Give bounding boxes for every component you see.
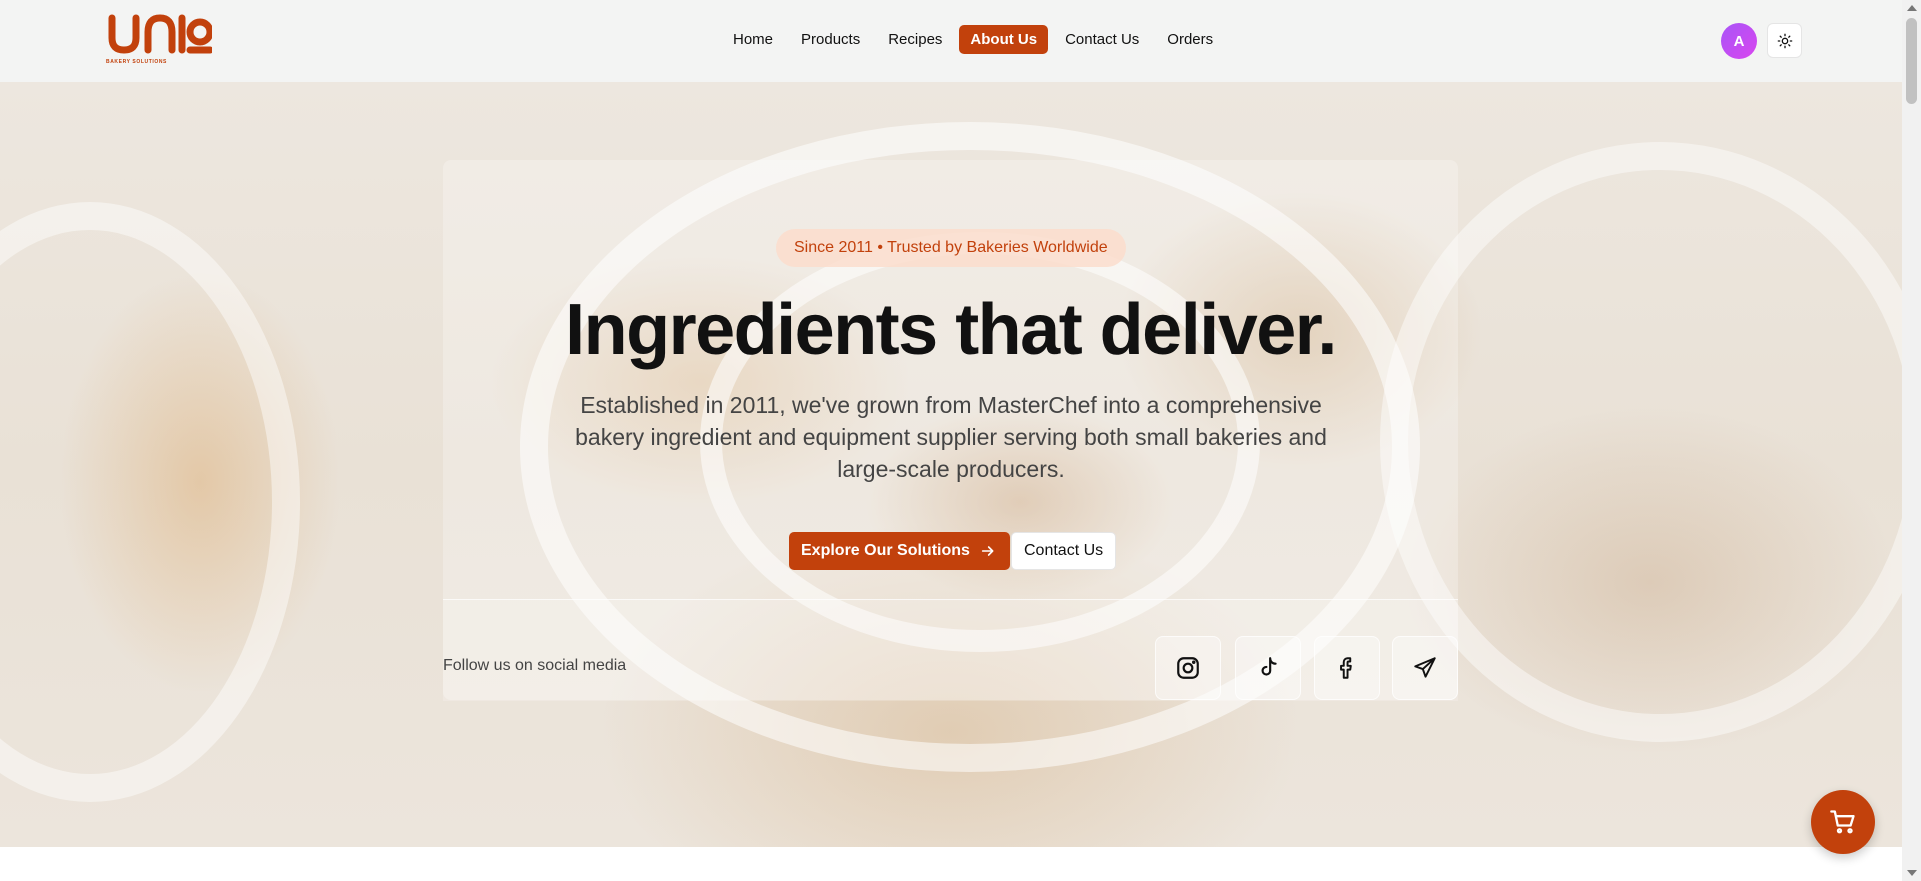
scroll-up-icon[interactable] (1907, 5, 1917, 11)
main-nav: Home Products Recipes About Us Contact U… (722, 25, 1224, 54)
cart-icon (1830, 810, 1855, 834)
nav-item-orders[interactable]: Orders (1156, 25, 1224, 54)
page-scrollbar[interactable] (1902, 0, 1921, 881)
hero-background-swirl (0, 202, 300, 802)
brand-logo[interactable]: BAKERY SOLUTIONS (106, 12, 214, 68)
facebook-icon (1340, 657, 1352, 679)
instagram-link[interactable] (1155, 636, 1221, 700)
cart-button[interactable] (1811, 790, 1875, 854)
tiktok-icon (1261, 657, 1277, 676)
nav-item-about-us[interactable]: About Us (959, 25, 1049, 54)
scrollbar-thumb[interactable] (1906, 18, 1917, 104)
tiktok-link[interactable] (1235, 636, 1301, 700)
sun-icon (1777, 33, 1792, 48)
nav-item-recipes[interactable]: Recipes (877, 25, 953, 54)
hero-headline: Ingredients that deliver. (565, 290, 1337, 370)
facebook-link[interactable] (1314, 636, 1380, 700)
scroll-down-icon[interactable] (1907, 870, 1917, 876)
explore-solutions-button[interactable]: Explore Our Solutions (789, 532, 1010, 570)
user-avatar[interactable]: A (1721, 23, 1757, 59)
instagram-icon (1177, 657, 1199, 679)
contact-us-button[interactable]: Contact Us (1011, 532, 1117, 570)
explore-solutions-label: Explore Our Solutions (801, 542, 970, 559)
since-badge: Since 2011 • Trusted by Bakeries Worldwi… (776, 229, 1126, 267)
hero-background-swirl (1380, 142, 1902, 742)
arrow-right-icon (981, 546, 994, 556)
telegram-icon (1414, 657, 1436, 678)
social-bar (443, 599, 1458, 701)
nav-item-home[interactable]: Home (722, 25, 784, 54)
logo-subtitle: BAKERY SOLUTIONS (106, 59, 167, 65)
social-label: Follow us on social media (443, 657, 627, 674)
nav-item-products[interactable]: Products (790, 25, 871, 54)
hero-description: Established in 2011, we've grown from Ma… (575, 392, 1327, 482)
nav-item-contact-us[interactable]: Contact Us (1054, 25, 1150, 54)
telegram-link[interactable] (1392, 636, 1458, 700)
logo-mark-icon (108, 14, 214, 54)
theme-toggle-button[interactable] (1767, 23, 1802, 58)
site-header: BAKERY SOLUTIONS Home Products Recipes A… (0, 0, 1902, 82)
